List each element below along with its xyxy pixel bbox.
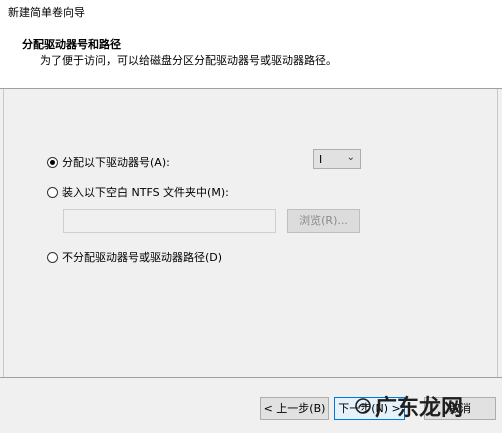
mount-folder-option[interactable]: 装入以下空白 NTFS 文件夹中(M): [47, 184, 229, 200]
assign-letter-radio[interactable] [47, 156, 58, 168]
browse-button[interactable]: 浏览(R)... [287, 209, 360, 233]
no-assign-option[interactable]: 不分配驱动器号或驱动器路径(D) [47, 249, 222, 265]
back-button[interactable]: < 上一步(B) [260, 397, 329, 420]
window-title: 新建简单卷向导 [8, 6, 85, 19]
assign-letter-label: 分配以下驱动器号(A): [62, 156, 170, 169]
title-bar: 新建简单卷向导 [0, 0, 502, 22]
divider [3, 89, 4, 377]
chevron-down-icon: ⌄ [346, 152, 355, 163]
wizard-header: 分配驱动器号和路径 为了便于访问，可以给磁盘分区分配驱动器号或驱动器路径。 [0, 22, 502, 89]
assign-letter-option[interactable]: 分配以下驱动器号(A): [47, 154, 170, 170]
page-title: 分配驱动器号和路径 [22, 38, 121, 51]
no-assign-radio[interactable] [47, 251, 58, 263]
no-assign-label: 不分配驱动器号或驱动器路径(D) [62, 251, 223, 264]
page-subtitle: 为了便于访问，可以给磁盘分区分配驱动器号或驱动器路径。 [40, 54, 337, 67]
wizard-body: 分配以下驱动器号(A): I ⌄ 装入以下空白 NTFS 文件夹中(M): 浏览… [0, 89, 502, 377]
folder-path-input[interactable] [63, 209, 276, 233]
divider [497, 89, 498, 377]
watermark: 广东龙网 [355, 388, 495, 424]
drive-letter-value: I [319, 153, 323, 166]
mount-folder-label: 装入以下空白 NTFS 文件夹中(M): [62, 186, 229, 199]
drive-letter-select[interactable]: I ⌄ [313, 149, 361, 169]
watermark-text: 广东龙网 [375, 396, 464, 421]
watermark-logo-icon [355, 398, 371, 414]
mount-folder-radio[interactable] [47, 186, 58, 198]
